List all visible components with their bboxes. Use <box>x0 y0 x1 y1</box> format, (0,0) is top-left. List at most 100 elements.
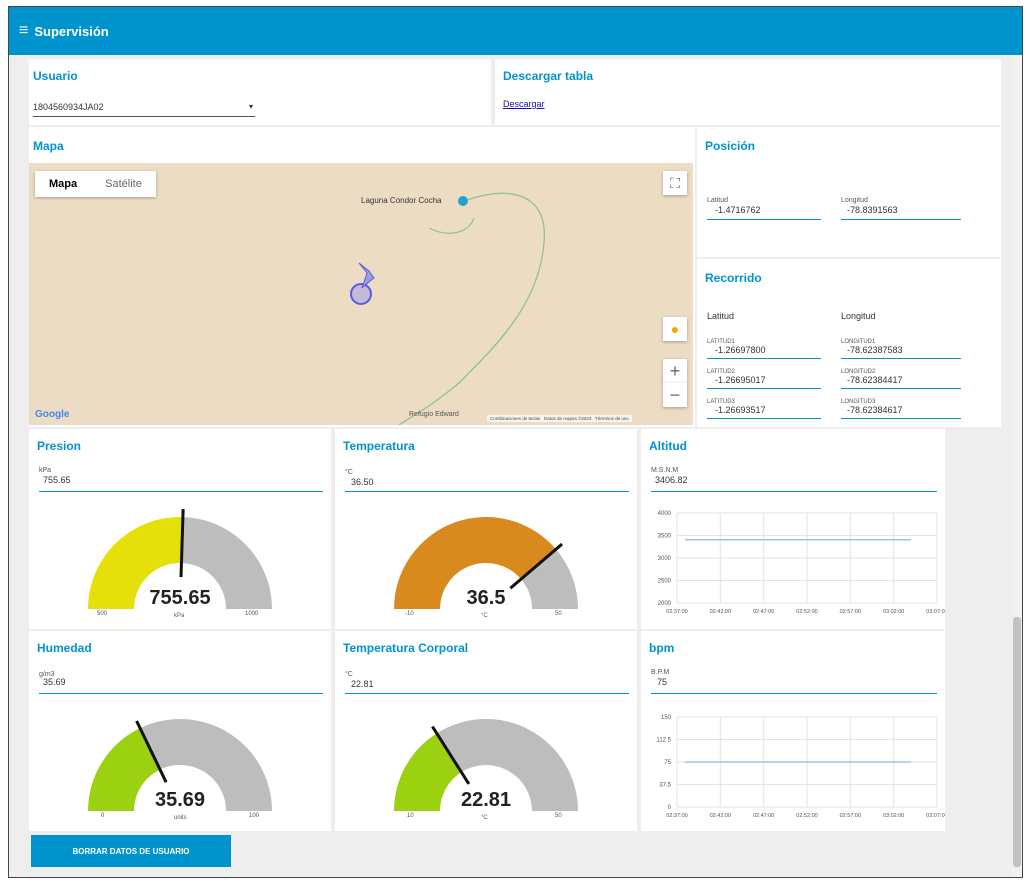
temperatura-gauge-max: 50 <box>555 611 562 617</box>
usuario-title: Usuario <box>33 69 78 83</box>
fullscreen-icon[interactable]: ⛶ <box>663 171 687 195</box>
humedad-gauge-max: 100 <box>249 813 260 819</box>
chart-y-tick: 2000 <box>658 601 672 607</box>
presion-gauge-unit: kPa <box>174 613 185 619</box>
recorrido-underline <box>707 388 821 389</box>
chart-x-tick: 02:52:00 <box>796 813 817 819</box>
presion-title: Presion <box>37 439 82 453</box>
pegman-icon[interactable]: ● <box>663 317 687 341</box>
recorrido-underline <box>841 418 961 419</box>
posicion-lon-label: Longitud <box>841 197 868 204</box>
recorrido-col-lon: Longitud <box>841 311 876 321</box>
recorrido-lat-value: -1.26697800 <box>715 345 766 355</box>
location-accuracy-circle <box>350 283 372 305</box>
hamburger-icon[interactable]: ≡ <box>19 22 28 40</box>
temperatura-gauge-unit: °C <box>481 613 488 619</box>
recorrido-underline <box>841 388 961 389</box>
bpm-unit: B.P.M <box>651 669 670 676</box>
chart-x-tick: 02:47:00 <box>753 813 774 819</box>
recorrido-col-lat: Latitud <box>707 311 735 321</box>
presion-unit: kPa <box>39 467 52 474</box>
chart-x-tick: 02:37:00 <box>666 813 687 819</box>
zoom-out-button[interactable]: − <box>663 383 687 407</box>
temperatura-unit: °C <box>345 469 353 476</box>
temperatura-gauge-min: -10 <box>405 611 414 617</box>
descargar-title: Descargar tabla <box>503 69 594 83</box>
humedad-card: Humedad g/m3 35.69 35.69 units 0 100 <box>29 631 331 831</box>
zoom-in-button[interactable]: + <box>663 359 687 383</box>
recorrido-underline <box>841 358 961 359</box>
posicion-title: Posición <box>705 139 756 153</box>
humedad-gauge-min: 0 <box>101 813 105 819</box>
chart-x-tick: 02:52:00 <box>796 609 817 615</box>
descargar-card: Descargar tabla Descargar <box>495 59 1001 125</box>
bpm-underline <box>651 693 937 694</box>
chart-x-tick: 02:42:00 <box>710 813 731 819</box>
dashboard-frame: ≡ Supervisión Usuario 1804560934JA02 ▾ D… <box>8 6 1023 878</box>
scrollbar-thumb[interactable] <box>1013 617 1021 867</box>
chart-y-tick: 75 <box>664 760 671 766</box>
chevron-down-icon: ▾ <box>248 102 253 111</box>
presion-value: 755.65 <box>43 475 71 485</box>
recorrido-lon-value: -78.62384417 <box>847 375 903 385</box>
bpm-card: bpm B.P.M 75 150 112.5 75 37.5 0 02:37:00 02:4… <box>641 631 945 831</box>
recorrido-lat-value: -1.26693517 <box>715 405 766 415</box>
refugio-label: Refugio Edward <box>409 411 459 418</box>
chart-y-tick: 3500 <box>658 534 672 540</box>
bpm-value: 75 <box>657 677 668 687</box>
chart-y-tick: 2500 <box>658 579 672 585</box>
place-label: Laguna Condor Cocha <box>361 196 442 205</box>
descargar-link[interactable]: Descargar <box>503 99 545 109</box>
chart-x-tick: 02:42:00 <box>710 609 731 615</box>
temp-corporal-title: Temperatura Corporal <box>343 641 469 655</box>
temp-corporal-gauge-value: 22.81 <box>460 789 512 811</box>
temp-corporal-card: Temperatura Corporal °C 22.81 22.81 °C 1… <box>335 631 637 831</box>
posicion-lon-underline <box>841 219 961 220</box>
temp-corporal-gauge-min: 10 <box>407 813 414 819</box>
chart-y-tick: 4000 <box>658 511 672 517</box>
chart-x-tick: 03:07:00 <box>926 609 945 615</box>
chart-x-tick: 02:47:00 <box>753 609 774 615</box>
chart-x-tick: 03:02:00 <box>883 813 904 819</box>
posicion-lon-value: -78.8391563 <box>847 205 898 215</box>
mapa-title: Mapa <box>33 139 64 153</box>
recorrido-underline <box>707 418 821 419</box>
map-view[interactable]: Mapa Satélite Laguna Condor Cocha ⛶ ● + … <box>29 163 693 425</box>
altitud-title: Altitud <box>649 439 687 453</box>
recorrido-lon-value: -78.62387583 <box>847 345 903 355</box>
posicion-lat-label: Latitud <box>707 197 729 204</box>
bpm-title: bpm <box>649 641 675 655</box>
bpm-chart: 150 112.5 75 37.5 0 02:37:00 02:42:00 02:47:00 0… <box>656 715 945 819</box>
altitud-underline <box>651 491 937 492</box>
temperatura-value: 36.50 <box>351 477 374 487</box>
chart-y-tick: 112.5 <box>656 738 671 744</box>
tab-map[interactable]: Mapa <box>35 171 91 197</box>
posicion-lat-value: -1.4716762 <box>715 205 761 215</box>
posicion-card: Posición Latitud -1.4716762 Longitud -78… <box>697 127 1001 257</box>
humedad-value: 35.69 <box>43 677 66 687</box>
map-data-attribution: Datos de mapas ©2023 <box>544 416 592 421</box>
temp-corporal-underline <box>345 693 629 694</box>
presion-card: Presion kPa 755.65 755.65 kPa 500 1000 <box>29 429 331 629</box>
map-shortcuts-link[interactable]: Combinaciones de teclas <box>490 416 540 421</box>
humedad-title: Humedad <box>37 641 92 655</box>
google-logo: Google <box>35 409 70 420</box>
usuario-card: Usuario 1804560934JA02 ▾ <box>29 59 491 125</box>
usuario-select[interactable]: 1804560934JA02 ▾ <box>33 99 255 117</box>
recorrido-underline <box>707 358 821 359</box>
place-marker-icon[interactable] <box>458 196 468 206</box>
temperatura-card: Temperatura °C 36.50 36.5 °C -10 50 <box>335 429 637 629</box>
map-terms-link[interactable]: Términos de uso <box>595 416 629 421</box>
map-type-tabs: Mapa Satélite <box>35 171 156 197</box>
temp-corporal-gauge-max: 50 <box>555 813 562 819</box>
altitud-card: Altitud M.S.N.M 3406.82 4000 3500 3000 2500… <box>641 429 945 629</box>
borrar-datos-button[interactable]: BORRAR DATOS DE USUARIO <box>31 835 231 867</box>
chart-x-tick: 02:57:00 <box>840 609 861 615</box>
recorrido-lat-value: -1.26695017 <box>715 375 766 385</box>
altitud-value: 3406.82 <box>655 475 688 485</box>
humedad-gauge-unit: units <box>174 815 187 821</box>
tab-satellite[interactable]: Satélite <box>91 171 156 197</box>
chart-y-tick: 37.5 <box>659 783 671 789</box>
presion-gauge-min: 500 <box>97 611 108 617</box>
presion-gauge-max: 1000 <box>245 611 259 617</box>
